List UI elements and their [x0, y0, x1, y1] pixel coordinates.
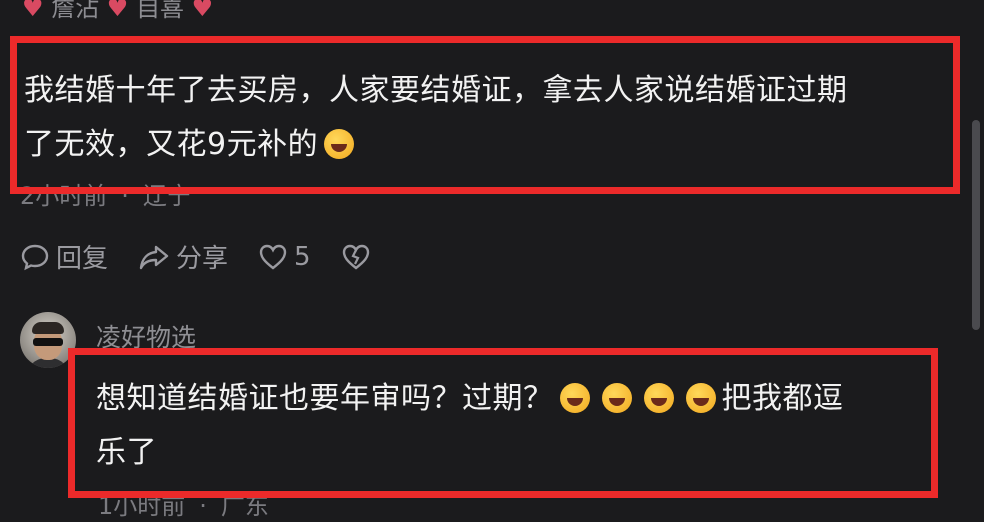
highlight-frame-comment-2 — [68, 348, 938, 498]
share-icon — [139, 245, 169, 269]
reply-label: 回复 — [56, 244, 109, 274]
heart-outline-icon — [259, 244, 287, 270]
reply-icon — [21, 244, 49, 270]
prev-username-suffix: 自喜 — [135, 0, 184, 22]
heart-icon: ♥ — [22, 0, 44, 22]
sunglasses — [33, 338, 63, 346]
share-button[interactable]: 分享 — [138, 238, 228, 275]
broken-heart-icon — [342, 244, 369, 270]
scrollbar[interactable] — [972, 120, 980, 330]
heart-emoji-icon: ♥ — [106, 0, 129, 22]
like-button[interactable]: 5 — [258, 242, 311, 272]
reply-button[interactable]: 回复 — [20, 238, 108, 275]
comment-1-actions: 回复 分享 5 — [20, 238, 407, 275]
highlight-frame-comment-1 — [10, 36, 960, 194]
like-count: 5 — [294, 241, 311, 272]
prev-comment-username-row[interactable]: ♥ 詹沾 ♥ 自喜 ♥ — [22, 0, 213, 23]
comment-thread: ♥ 詹沾 ♥ 自喜 ♥ 我结婚十年了去买房，人家要结婚证，拿去人家说结婚证过期 … — [0, 0, 984, 522]
hearts-icon: ♥ — [191, 0, 214, 22]
dislike-button[interactable] — [341, 242, 377, 272]
prev-username: 詹沾 — [51, 0, 100, 22]
share-label: 分享 — [176, 244, 229, 274]
